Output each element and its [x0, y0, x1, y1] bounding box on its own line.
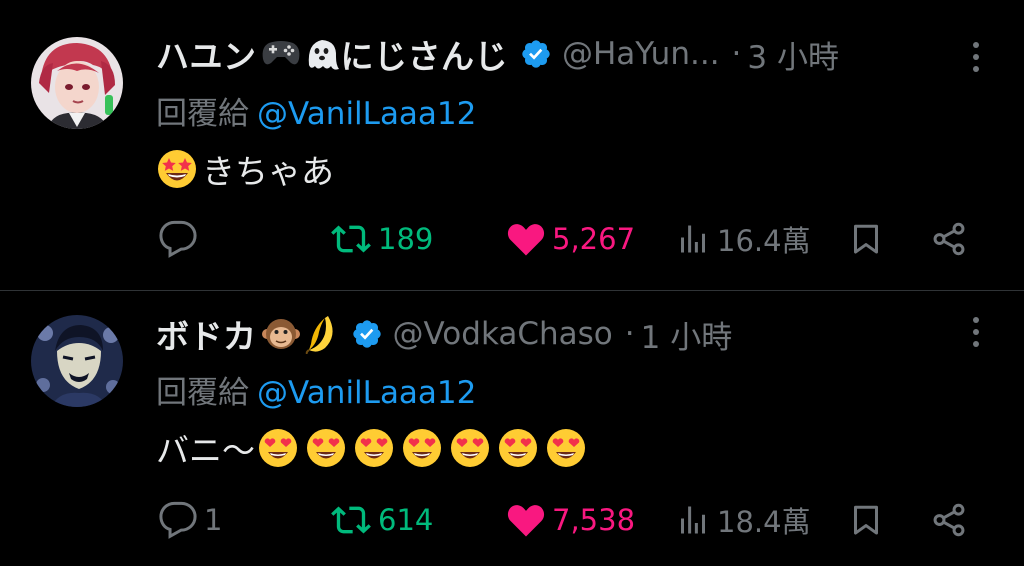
reply-icon [159, 220, 197, 258]
tweet-header: ボドカ @VodkaChaso · 1 小時 [156, 311, 732, 357]
reply-mention-link[interactable]: @VanilLaaa12 [257, 96, 476, 132]
action-bar: 1 614 7,538 18.4萬 [0, 495, 1024, 545]
user-handle[interactable]: @HaYun... [562, 36, 720, 72]
avatar[interactable] [31, 37, 123, 129]
timestamp[interactable]: 3 小時 [747, 32, 839, 77]
separator: · [624, 316, 635, 352]
heart-eyes-emoji [547, 429, 585, 467]
tweet[interactable]: ボドカ @VodkaChaso · 1 小時 回覆給 @VanilLaaa12 … [0, 291, 1024, 566]
retweet-button[interactable]: 614 [330, 495, 433, 545]
monkey-emoji [261, 319, 300, 349]
reply-count: 1 [204, 503, 223, 537]
reply-prefix: 回覆給 [156, 375, 249, 411]
tweet-text: バニ～ [156, 424, 587, 472]
name-emojis [261, 314, 339, 354]
display-name[interactable]: ボドカ [156, 310, 257, 358]
heart-eyes-emoji [259, 429, 297, 467]
separator: · [731, 36, 742, 72]
heart-eyes-emoji [307, 429, 345, 467]
heart-eyes-emoji [451, 429, 489, 467]
game-controller-icon [262, 41, 299, 65]
ghost-icon [308, 40, 339, 70]
view-count: 18.4萬 [717, 505, 811, 539]
heart-eyes-emoji [403, 429, 441, 467]
avatar[interactable] [31, 315, 123, 407]
like-button[interactable]: 7,538 [506, 495, 635, 545]
tweet-body-text: きちゃあ [202, 152, 334, 191]
reply-context: 回覆給 @VanilLaaa12 [156, 88, 476, 133]
retweet-icon [331, 225, 371, 253]
reply-mention-link[interactable]: @VanilLaaa12 [257, 375, 476, 411]
verified-badge-icon [522, 40, 550, 68]
like-button[interactable]: 5,267 [506, 214, 635, 264]
like-count: 5,267 [552, 222, 636, 256]
views-chart-icon [681, 506, 705, 534]
display-name-suffix[interactable]: にじさんじ [341, 30, 509, 78]
user-handle[interactable]: @VodkaChaso [393, 316, 613, 352]
retweet-count: 189 [378, 222, 434, 256]
share-button[interactable] [930, 214, 968, 264]
reply-prefix: 回覆給 [156, 96, 249, 132]
bookmark-button[interactable] [848, 495, 884, 545]
views-chart-icon [681, 225, 705, 253]
tweet-text: きちゃあ [156, 145, 334, 193]
retweet-count: 614 [378, 503, 434, 537]
heart-filled-icon [507, 505, 545, 537]
share-icon [933, 222, 965, 256]
name-emojis [261, 35, 341, 73]
heart-filled-icon [507, 224, 545, 256]
views-button[interactable]: 16.4萬 [675, 214, 811, 264]
bookmark-icon [854, 224, 878, 254]
more-options-icon[interactable] [972, 317, 980, 347]
view-count: 16.4萬 [717, 224, 811, 258]
tweet[interactable]: ハユン にじさんじ @HaYun... · 3 小時 回覆給 @VanilLaa… [0, 0, 1024, 290]
timestamp[interactable]: 1 小時 [641, 312, 733, 357]
reply-button[interactable] [158, 214, 204, 264]
heart-eyes-emoji-row [257, 427, 587, 469]
heart-eyes-emoji [499, 429, 537, 467]
reply-button[interactable]: 1 [158, 495, 222, 545]
action-bar: 189 5,267 16.4萬 [0, 214, 1024, 264]
bookmark-icon [854, 505, 878, 535]
bookmark-button[interactable] [848, 214, 884, 264]
share-button[interactable] [930, 495, 968, 545]
tweet-body-text: バニ～ [156, 431, 255, 470]
like-count: 7,538 [552, 503, 636, 537]
reply-icon [159, 501, 197, 539]
display-name[interactable]: ハユン [156, 30, 257, 78]
star-struck-emoji [158, 150, 196, 188]
heart-eyes-emoji [355, 429, 393, 467]
retweet-icon [331, 506, 371, 534]
more-options-icon[interactable] [972, 42, 980, 72]
verified-badge-icon [352, 320, 381, 348]
banana-emoji [305, 316, 333, 354]
share-icon [933, 503, 965, 537]
tweet-header: ハユン にじさんじ @HaYun... · 3 小時 [156, 31, 839, 77]
views-button[interactable]: 18.4萬 [675, 495, 811, 545]
reply-context: 回覆給 @VanilLaaa12 [156, 367, 476, 412]
retweet-button[interactable]: 189 [330, 214, 433, 264]
